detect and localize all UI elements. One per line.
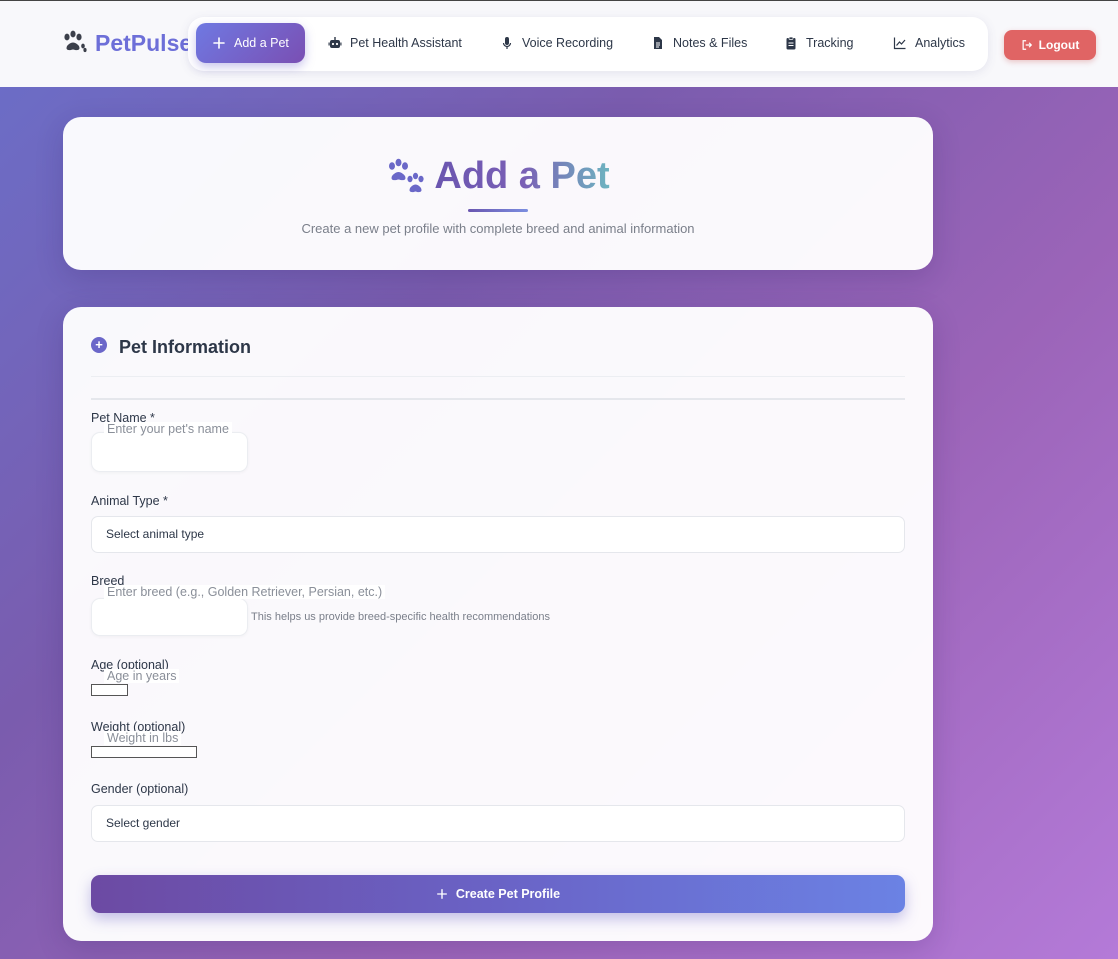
nav-tracking[interactable]: Tracking bbox=[784, 23, 853, 63]
paw-icon bbox=[389, 158, 424, 192]
create-pet-profile-button[interactable]: Create Pet Profile bbox=[91, 875, 905, 913]
nav-add-pet[interactable]: Add a Pet bbox=[196, 23, 305, 63]
age-placeholder: Age in years bbox=[104, 669, 180, 683]
gender-select[interactable]: Select gender bbox=[91, 805, 905, 842]
main-nav: Add a Pet Pet Health Assistant Voice Rec… bbox=[188, 17, 988, 71]
page-title: Add a Pet bbox=[63, 155, 933, 198]
logout-icon bbox=[1022, 40, 1032, 50]
age-input[interactable] bbox=[91, 684, 128, 696]
animal-type-label: Animal Type * bbox=[91, 494, 168, 508]
title-underline bbox=[468, 209, 528, 212]
logout-button[interactable]: Logout bbox=[1004, 30, 1096, 60]
plus-icon bbox=[213, 37, 225, 49]
nav-pet-health-assistant[interactable]: Pet Health Assistant bbox=[328, 23, 462, 63]
file-icon bbox=[654, 37, 662, 49]
submit-label: Create Pet Profile bbox=[455, 887, 561, 901]
robot-icon bbox=[328, 37, 342, 48]
nav-label: Add a Pet bbox=[234, 36, 289, 50]
nav-analytics[interactable]: Analytics bbox=[893, 23, 965, 63]
divider bbox=[91, 376, 905, 377]
page-header-card: Add a Pet Create a new pet profile with … bbox=[63, 117, 933, 270]
animal-type-select[interactable]: Select animal type bbox=[91, 516, 905, 553]
nav-label: Tracking bbox=[806, 36, 854, 50]
nav-voice-recording[interactable]: Voice Recording bbox=[500, 23, 613, 63]
weight-input[interactable] bbox=[91, 746, 197, 758]
section-header: + Pet Information bbox=[91, 336, 252, 358]
section-title: Pet Information bbox=[119, 337, 252, 357]
divider bbox=[91, 398, 905, 400]
logout-label: Logout bbox=[1038, 38, 1080, 52]
brand-name: PetPulse bbox=[95, 29, 193, 56]
top-navigation-bar: PetPulse Add a Pet Pet Health Assistant bbox=[0, 0, 1118, 87]
paw-icon bbox=[64, 30, 87, 53]
plus-icon bbox=[436, 889, 447, 899]
page-title-text: Add a Pet bbox=[434, 155, 610, 197]
plus-circle-icon: + bbox=[91, 336, 107, 353]
weight-placeholder: Weight in lbs bbox=[104, 731, 182, 745]
pet-name-input[interactable] bbox=[91, 432, 248, 472]
microphone-icon bbox=[502, 37, 512, 49]
nav-notes-files[interactable]: Notes & Files bbox=[651, 23, 747, 63]
line-chart-icon bbox=[893, 37, 906, 50]
pet-form-card: + Pet Information Pet Name * Enter your … bbox=[63, 307, 933, 941]
pet-name-placeholder: Enter your pet's name bbox=[104, 422, 232, 436]
brand[interactable]: PetPulse bbox=[61, 27, 192, 59]
clipboard-icon bbox=[786, 36, 796, 50]
nav-label: Notes & Files bbox=[673, 36, 748, 50]
nav-label: Analytics bbox=[915, 36, 966, 50]
gender-label: Gender (optional) bbox=[91, 782, 189, 796]
breed-placeholder: Enter breed (e.g., Golden Retriever, Per… bbox=[104, 585, 386, 599]
nav-label: Voice Recording bbox=[522, 36, 614, 50]
breed-input[interactable] bbox=[91, 598, 248, 636]
page-subtitle: Create a new pet profile with complete b… bbox=[301, 221, 695, 236]
nav-label: Pet Health Assistant bbox=[350, 36, 462, 50]
breed-hint: This helps us provide breed-specific hea… bbox=[251, 611, 550, 623]
